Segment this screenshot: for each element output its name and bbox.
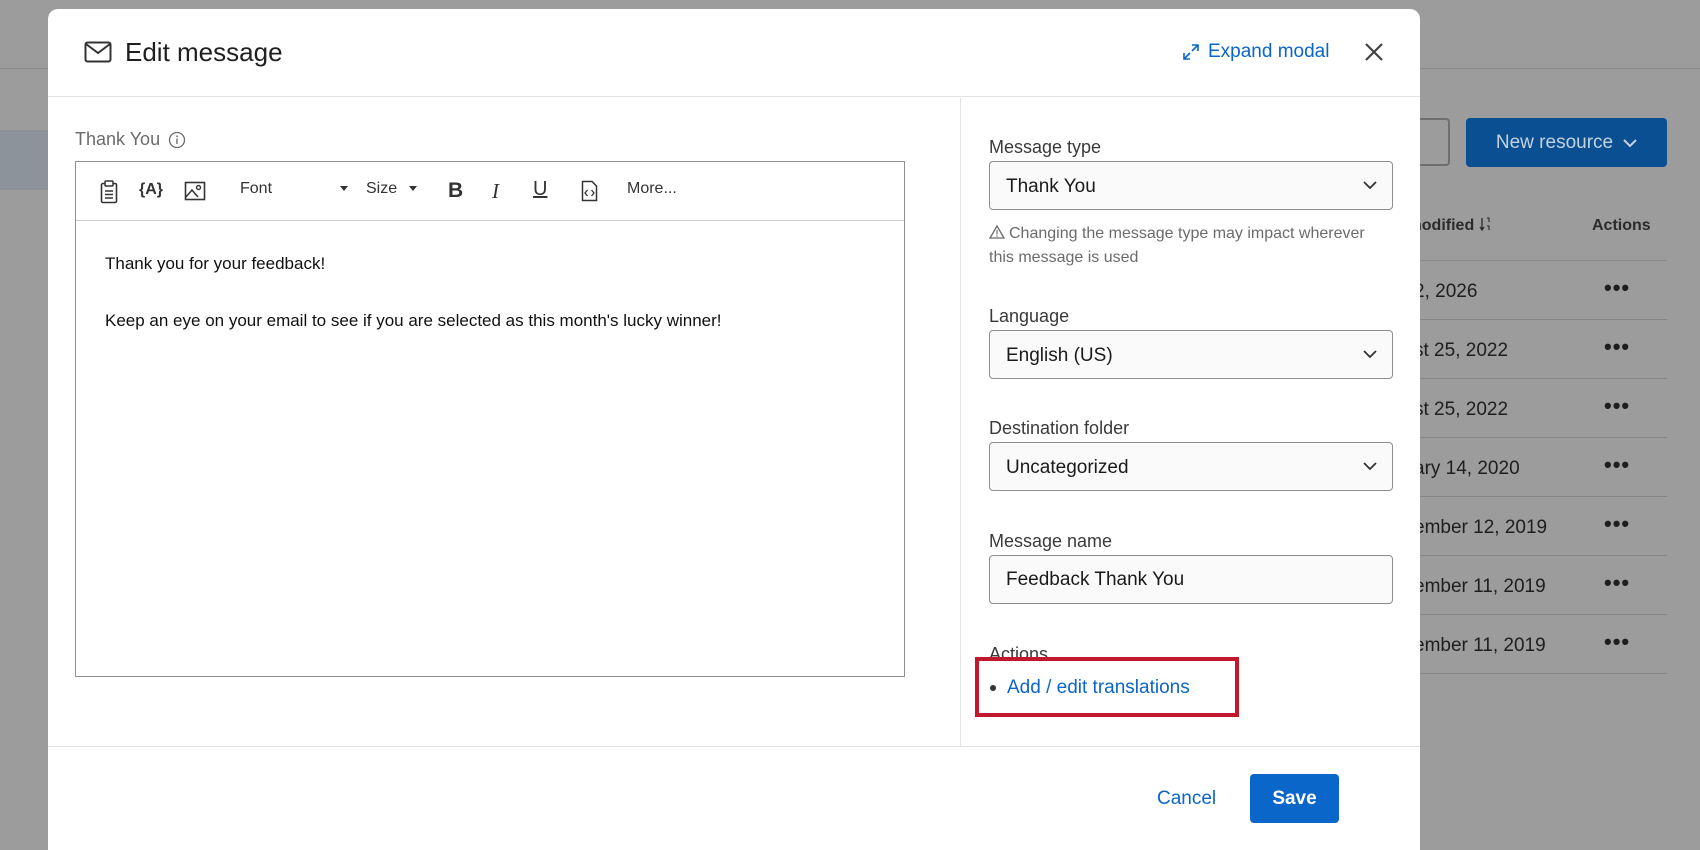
table-row: st 25, 2022 ••• bbox=[1400, 320, 1667, 379]
destination-folder-select[interactable]: Uncategorized bbox=[989, 442, 1393, 491]
table-row: ary 14, 2020 ••• bbox=[1400, 438, 1667, 497]
row-menu-icon: ••• bbox=[1604, 393, 1631, 418]
chevron-down-icon bbox=[1363, 181, 1377, 190]
destination-folder-label: Destination folder bbox=[989, 418, 1130, 438]
edit-message-modal: Edit message Expand modal Thank You {A} bbox=[48, 9, 1420, 850]
underline-icon[interactable]: U bbox=[533, 178, 547, 201]
more-button[interactable]: More... bbox=[627, 180, 677, 198]
row-date: 2, 2026 bbox=[1414, 281, 1478, 302]
size-dropdown[interactable]: Size bbox=[366, 180, 418, 198]
editor-content[interactable]: Thank you for your feedback! Keep an eye… bbox=[105, 254, 722, 368]
image-icon[interactable] bbox=[184, 181, 206, 201]
info-icon[interactable] bbox=[168, 131, 186, 149]
modal-title: Edit message bbox=[125, 37, 283, 67]
row-date: ember 12, 2019 bbox=[1414, 517, 1548, 538]
chevron-down-icon bbox=[1623, 138, 1637, 147]
destination-folder-value: Uncategorized bbox=[1006, 457, 1129, 478]
table-row: ember 11, 2019 ••• bbox=[1400, 615, 1667, 674]
message-type-warning: Changing the message type may impact whe… bbox=[989, 225, 1365, 266]
editor-label-row: Thank You bbox=[75, 129, 186, 150]
row-date: ember 11, 2019 bbox=[1414, 576, 1546, 597]
background-nav-highlight bbox=[0, 130, 50, 190]
row-menu-icon: ••• bbox=[1604, 511, 1631, 536]
table-row: ember 12, 2019 ••• bbox=[1400, 497, 1667, 556]
add-edit-translations-link[interactable]: Add / edit translations bbox=[990, 677, 1190, 699]
italic-icon[interactable]: I bbox=[492, 179, 499, 204]
expand-modal-label: Expand modal bbox=[1208, 41, 1330, 62]
close-icon[interactable] bbox=[1362, 40, 1386, 64]
language-label: Language bbox=[989, 306, 1070, 326]
add-edit-translations-label: Add / edit translations bbox=[1007, 677, 1190, 698]
save-button[interactable]: Save bbox=[1250, 774, 1339, 823]
language-select[interactable]: English (US) bbox=[989, 330, 1393, 379]
piped-text-icon[interactable]: {A} bbox=[139, 181, 163, 199]
bold-icon[interactable]: B bbox=[448, 179, 463, 203]
new-resource-label: New resource bbox=[1495, 131, 1614, 153]
row-menu-icon: ••• bbox=[1604, 334, 1631, 359]
column-header-modified: nodified bbox=[1412, 217, 1491, 235]
column-header-actions: Actions bbox=[1592, 217, 1651, 234]
message-name-label: Message name bbox=[989, 531, 1113, 551]
mail-icon bbox=[84, 41, 112, 63]
row-date: st 25, 2022 bbox=[1414, 340, 1509, 361]
source-code-icon[interactable] bbox=[581, 180, 598, 202]
chevron-down-icon bbox=[1363, 462, 1377, 471]
row-menu-icon: ••• bbox=[1604, 275, 1631, 300]
message-name-input[interactable] bbox=[989, 555, 1393, 604]
editor-toolbar: {A} Font Size B I U More... bbox=[76, 162, 904, 221]
row-date: ember 11, 2019 bbox=[1414, 635, 1546, 656]
rich-text-editor[interactable]: {A} Font Size B I U More... Thank you fo… bbox=[75, 161, 905, 677]
font-dropdown[interactable]: Font bbox=[240, 180, 349, 198]
message-type-label: Message type bbox=[989, 137, 1102, 157]
table-row: ember 11, 2019 ••• bbox=[1400, 556, 1667, 615]
expand-modal-link[interactable]: Expand modal bbox=[1182, 41, 1329, 63]
table-row: 2, 2026 ••• bbox=[1400, 261, 1667, 320]
row-menu-icon: ••• bbox=[1604, 452, 1631, 477]
bullet bbox=[990, 685, 996, 691]
row-menu-icon: ••• bbox=[1604, 629, 1631, 654]
row-date: st 25, 2022 bbox=[1414, 399, 1509, 420]
modal-header: Edit message Expand modal bbox=[48, 9, 1420, 97]
language-value: English (US) bbox=[1006, 345, 1113, 366]
cancel-button[interactable]: Cancel bbox=[1157, 788, 1216, 810]
panel-divider bbox=[960, 98, 961, 746]
row-date: ary 14, 2020 bbox=[1414, 458, 1520, 479]
editor-paragraph: Keep an eye on your email to see if you … bbox=[105, 311, 722, 330]
row-menu-icon: ••• bbox=[1604, 570, 1631, 595]
sort-icon bbox=[1479, 217, 1490, 232]
editor-label: Thank You bbox=[75, 129, 161, 149]
message-type-select[interactable]: Thank You bbox=[989, 161, 1393, 210]
new-resource-button: New resource bbox=[1466, 118, 1667, 167]
clipboard-icon[interactable] bbox=[100, 180, 118, 204]
message-type-value: Thank You bbox=[1006, 176, 1096, 197]
table-row: st 25, 2022 ••• bbox=[1400, 379, 1667, 438]
warning-icon bbox=[989, 225, 1005, 239]
expand-arrows-icon bbox=[1183, 44, 1199, 60]
editor-paragraph: Thank you for your feedback! bbox=[105, 254, 326, 273]
chevron-down-icon bbox=[1363, 350, 1377, 359]
